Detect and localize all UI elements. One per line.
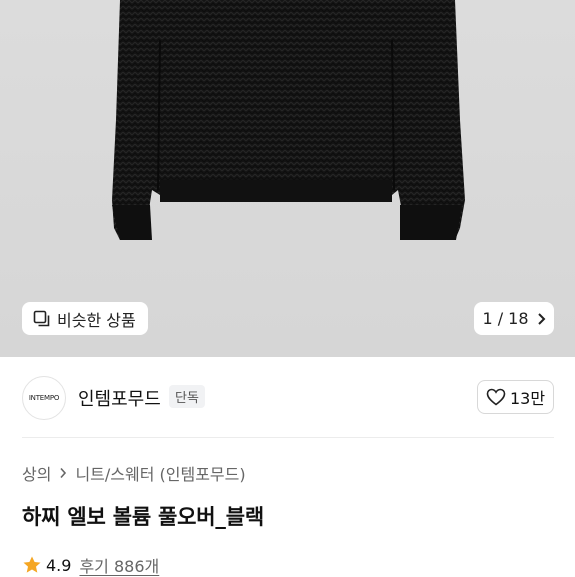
page-indicator: 1 / 18 (482, 309, 529, 328)
brand-logo[interactable]: INTEMPO (22, 376, 66, 420)
chevron-right-icon (537, 312, 545, 325)
rating-summary[interactable]: 4.9 후기 886개 (22, 553, 159, 577)
chevron-right-icon (60, 467, 67, 479)
divider (22, 437, 554, 438)
breadcrumb: 상의 니트/스웨터 (인템포무드) (22, 461, 246, 485)
similar-products-button[interactable]: 비슷한 상품 (22, 302, 148, 335)
image-pager[interactable]: 1 / 18 (474, 302, 554, 335)
review-count-link[interactable]: 후기 886개 (79, 553, 159, 577)
brand-name[interactable]: 인템포무드 (78, 385, 161, 411)
like-count: 13만 (509, 389, 546, 408)
exclusive-badge: 단독 (169, 385, 205, 408)
breadcrumb-subcategory[interactable]: 니트/스웨터 (인템포무드) (75, 461, 245, 485)
copy-icon (33, 310, 50, 326)
rating-score: 4.9 (46, 555, 72, 575)
breadcrumb-category[interactable]: 상의 (22, 461, 51, 485)
like-button[interactable]: 13만 (477, 380, 554, 414)
heart-icon (486, 388, 506, 406)
star-icon (23, 556, 41, 573)
product-image-gallery[interactable]: 비슷한 상품 1 / 18 (0, 0, 575, 357)
similar-products-label: 비슷한 상품 (57, 310, 136, 330)
brand-logo-text: INTEMPO (28, 394, 60, 402)
product-title: 하찌 엘보 볼륨 풀오버_블랙 (22, 505, 264, 529)
